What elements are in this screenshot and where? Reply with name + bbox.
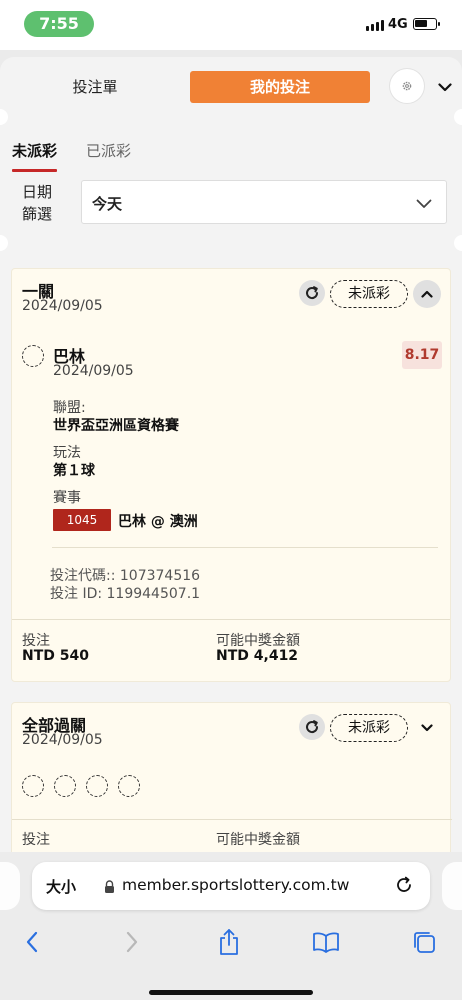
divider bbox=[12, 819, 452, 820]
home-indicator bbox=[149, 990, 313, 995]
payout-label: 可能中獎金額 bbox=[216, 832, 300, 848]
bet-date: 2024/09/05 bbox=[22, 298, 103, 314]
chevron-right-icon bbox=[126, 931, 138, 953]
collapse-card-button[interactable] bbox=[413, 280, 441, 308]
share-icon bbox=[220, 929, 238, 955]
lock-icon bbox=[104, 879, 115, 898]
refresh-icon bbox=[306, 720, 319, 734]
back-button[interactable] bbox=[14, 924, 50, 960]
page-settings-button[interactable]: 大小 bbox=[46, 876, 76, 897]
leg-status-icon bbox=[118, 775, 140, 797]
battery-icon bbox=[413, 18, 440, 30]
bet-card: 一關 2024/09/05 未派彩 巴林 2024/09/05 8.17 聯盟:… bbox=[11, 268, 451, 682]
tab-unsettled[interactable]: 未派彩 bbox=[12, 140, 58, 172]
tabs-icon bbox=[414, 932, 435, 953]
leg-status-icon bbox=[54, 775, 76, 797]
match-code-badge: 1045 bbox=[53, 509, 111, 531]
book-icon bbox=[313, 932, 339, 953]
network-label: 4G bbox=[388, 17, 408, 32]
stake-value: NTD 540 bbox=[22, 648, 89, 664]
league-label: 聯盟: bbox=[53, 400, 86, 416]
bet-date: 2024/09/05 bbox=[22, 732, 103, 748]
status-badge: 未派彩 bbox=[330, 714, 408, 742]
leg-status-icon bbox=[86, 775, 108, 797]
tabs-button[interactable] bbox=[406, 924, 442, 960]
stake-label: 投注 bbox=[22, 832, 50, 848]
selection-status-icon bbox=[22, 345, 44, 367]
browser-toolbar: 大小 member.sportslottery.com.tw bbox=[0, 852, 462, 1000]
divider bbox=[52, 547, 438, 548]
expand-card-button[interactable] bbox=[413, 714, 441, 742]
settings-button[interactable] bbox=[390, 69, 424, 103]
address-bar[interactable]: 大小 member.sportslottery.com.tw bbox=[32, 862, 430, 910]
match-name: 巴林 @ 澳洲 bbox=[118, 514, 198, 530]
tab-settled[interactable]: 已派彩 bbox=[86, 140, 131, 161]
date-filter-label-line1: 日期 bbox=[22, 183, 53, 201]
event-label: 賽事 bbox=[53, 490, 81, 506]
payout-label: 可能中獎金額 bbox=[216, 633, 300, 649]
url-text[interactable]: member.sportslottery.com.tw bbox=[122, 876, 349, 894]
chevron-down-icon bbox=[416, 194, 432, 213]
bet-card: 全部過關 2024/09/05 未派彩 投注 可能中獎金額 bbox=[11, 702, 452, 852]
chevron-left-icon bbox=[26, 931, 38, 953]
chevron-down-icon bbox=[421, 724, 433, 732]
share-button[interactable] bbox=[211, 924, 247, 960]
forward-button[interactable] bbox=[114, 924, 150, 960]
bet-id: 投注 ID: 119944507.1 bbox=[50, 586, 201, 602]
tab-bet-slip[interactable]: 投注單 bbox=[38, 72, 152, 102]
status-badge: 未派彩 bbox=[330, 280, 408, 308]
leg-status-icons bbox=[22, 775, 140, 797]
status-bar: 7:55 4G bbox=[0, 0, 462, 50]
bets-panel: 投注單 我的投注 未派彩 已派彩 日期 篩選 今天 一關 2024/09/05 … bbox=[0, 57, 462, 852]
panel-header: 投注單 我的投注 bbox=[0, 57, 462, 117]
date-filter-label: 日期 篩選 bbox=[22, 181, 62, 225]
bookmarks-button[interactable] bbox=[308, 924, 344, 960]
gear-icon bbox=[402, 81, 412, 91]
odds-badge: 8.17 bbox=[402, 341, 442, 369]
divider-notch bbox=[0, 235, 8, 251]
browser-nav bbox=[0, 924, 462, 960]
selection-date: 2024/09/05 bbox=[53, 363, 134, 379]
next-tab-preview[interactable] bbox=[442, 862, 462, 910]
league-value: 世界盃亞洲區資格賽 bbox=[53, 418, 179, 434]
chevron-down-icon bbox=[438, 82, 452, 91]
reload-button[interactable] bbox=[394, 875, 414, 899]
date-filter-select[interactable]: 今天 bbox=[81, 180, 447, 224]
refresh-button[interactable] bbox=[299, 714, 325, 740]
stake-label: 投注 bbox=[22, 633, 50, 649]
leg-status-icon bbox=[22, 775, 44, 797]
market-label: 玩法 bbox=[53, 445, 81, 461]
divider-notch bbox=[454, 235, 462, 251]
bet-code: 投注代碼:: 107374516 bbox=[50, 568, 201, 584]
bet-card-footer: 投注 NTD 540 可能中獎金額 NTD 4,412 bbox=[12, 619, 450, 681]
status-time: 7:55 bbox=[24, 11, 94, 37]
divider-notch bbox=[454, 109, 462, 125]
refresh-icon bbox=[306, 286, 319, 300]
collapse-panel-button[interactable] bbox=[433, 75, 457, 99]
reload-icon bbox=[397, 876, 411, 892]
signal-icon bbox=[366, 20, 384, 31]
refresh-button[interactable] bbox=[299, 280, 325, 306]
payout-value: NTD 4,412 bbox=[216, 648, 299, 664]
date-filter-label-line2: 篩選 bbox=[22, 205, 53, 223]
tab-my-bets[interactable]: 我的投注 bbox=[190, 71, 370, 103]
previous-tab-preview[interactable] bbox=[0, 862, 20, 910]
date-filter-value: 今天 bbox=[92, 195, 123, 213]
market-value: 第１球 bbox=[53, 463, 95, 479]
chevron-up-icon bbox=[421, 290, 433, 298]
status-subtabs: 未派彩 已派彩 bbox=[0, 132, 462, 172]
